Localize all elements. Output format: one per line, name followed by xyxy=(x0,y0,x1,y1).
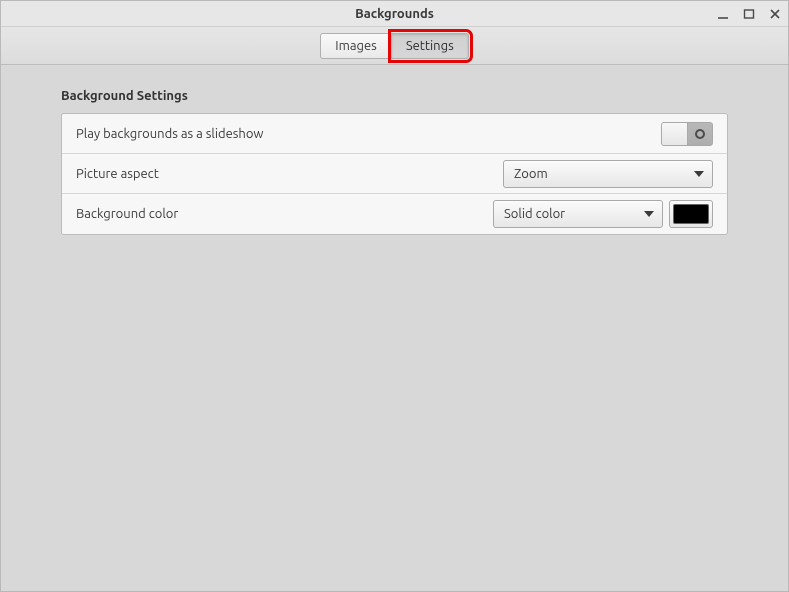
minimize-button[interactable] xyxy=(716,7,730,21)
background-color-label: Background color xyxy=(76,207,493,221)
toggle-off-icon xyxy=(688,123,712,145)
slideshow-toggle[interactable] xyxy=(661,122,713,146)
tab-group: Images Settings xyxy=(320,33,468,59)
background-color-swatch xyxy=(673,204,709,224)
background-color-mode-value: Solid color xyxy=(504,207,644,221)
backgrounds-window: Backgrounds Images Settings Background S… xyxy=(0,0,789,592)
window-title: Backgrounds xyxy=(355,7,434,21)
toggle-knob xyxy=(662,123,688,145)
picture-aspect-value: Zoom xyxy=(514,167,694,181)
settings-list: Play backgrounds as a slideshow Picture … xyxy=(61,113,728,235)
tab-settings[interactable]: Settings xyxy=(392,33,469,59)
row-picture-aspect: Picture aspect Zoom xyxy=(62,154,727,194)
background-color-controls: Solid color xyxy=(493,200,713,228)
background-color-mode-dropdown[interactable]: Solid color xyxy=(493,200,663,228)
row-slideshow: Play backgrounds as a slideshow xyxy=(62,114,727,154)
picture-aspect-dropdown[interactable]: Zoom xyxy=(503,160,713,188)
slideshow-label: Play backgrounds as a slideshow xyxy=(76,127,661,141)
tab-images[interactable]: Images xyxy=(320,33,392,59)
chevron-down-icon xyxy=(694,171,704,177)
close-button[interactable] xyxy=(768,7,782,21)
chevron-down-icon xyxy=(644,211,654,217)
settings-panel: Background Settings Play backgrounds as … xyxy=(1,65,788,591)
window-controls xyxy=(716,1,782,27)
titlebar: Backgrounds xyxy=(1,1,788,27)
maximize-button[interactable] xyxy=(742,7,756,21)
toolbar: Images Settings xyxy=(1,27,788,65)
background-color-swatch-button[interactable] xyxy=(669,200,713,228)
section-title: Background Settings xyxy=(61,89,728,103)
row-background-color: Background color Solid color xyxy=(62,194,727,234)
picture-aspect-label: Picture aspect xyxy=(76,167,503,181)
